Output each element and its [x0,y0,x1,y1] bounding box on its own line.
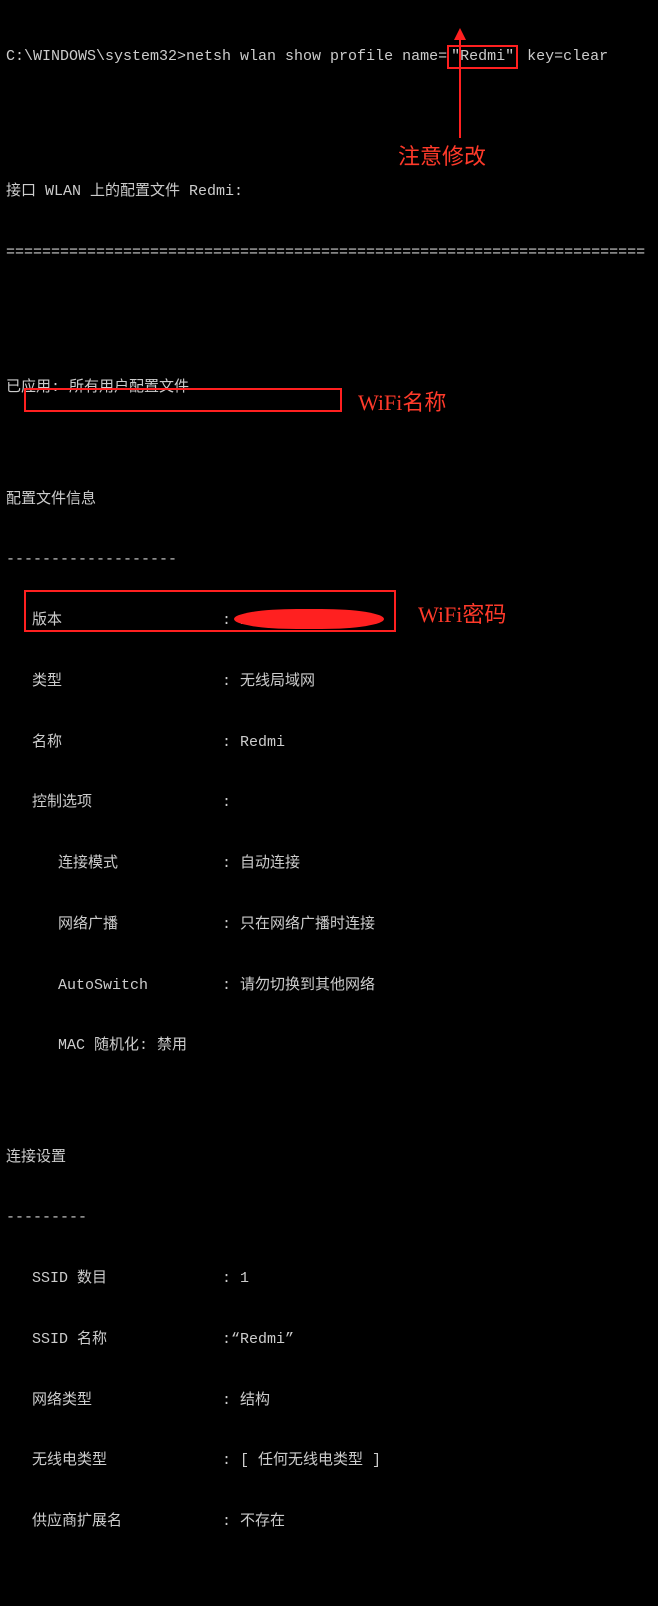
command-line: C:\WINDOWS\system32>netsh wlan show prof… [6,45,652,69]
row-broadcast: 网络广播: 只在网络广播时连接 [6,915,652,935]
interface-line: 接口 WLAN 上的配置文件 Redmi: [6,182,652,202]
cmd-before: netsh wlan show profile name= [186,48,447,65]
row-ctrl-opts: 控制选项: [6,793,652,813]
section-profile-dash: ------------------- [6,550,652,570]
section-conn-title: 连接设置 [6,1148,652,1168]
row-ssid-count: SSID 数目: 1 [6,1269,652,1289]
row-vendor-ext: 供应商扩展名: 不存在 [6,1512,652,1532]
section-profile-title: 配置文件信息 [6,490,652,510]
row-type: 类型: 无线局域网 [6,672,652,692]
row-connect-mode: 连接模式: 自动连接 [6,854,652,874]
applied-line: 已应用: 所有用户配置文件 [6,378,652,398]
section-conn-dash: --------- [6,1208,652,1228]
row-version: 版本: 1 [6,611,652,631]
row-ssid-name: SSID 名称:“Redmi” [6,1330,652,1350]
divider: ========================================… [6,243,652,263]
row-name: 名称: Redmi [6,733,652,753]
prompt-path: C:\WINDOWS\system32> [6,48,186,65]
row-mac-rand: MAC 随机化: 禁用 [6,1036,652,1056]
row-radio-type: 无线电类型: [ 任何无线电类型 ] [6,1451,652,1471]
cmd-name-highlight: "Redmi" [447,45,518,69]
cmd-after: key=clear [518,48,608,65]
terminal-output: C:\WINDOWS\system32>netsh wlan show prof… [0,0,658,1606]
row-net-type: 网络类型: 结构 [6,1391,652,1411]
row-autoswitch: AutoSwitch: 请勿切换到其他网络 [6,976,652,996]
